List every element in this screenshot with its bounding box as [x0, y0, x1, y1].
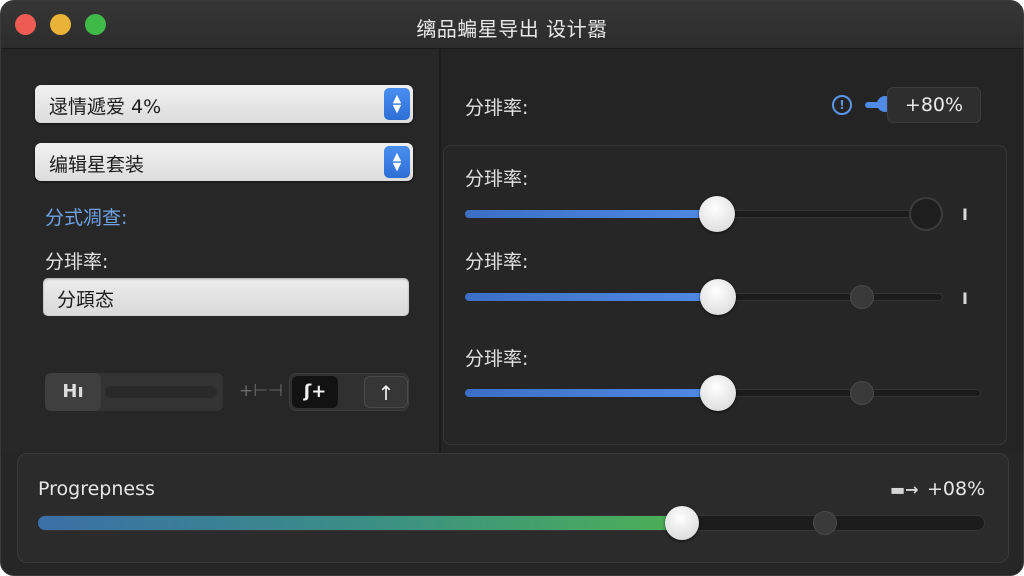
app-window: 缡品蝙星导出 设计嚣 逯情遞爱 4% ▲ ▼ 编辑星套装 ▲ ▼ 分式凋查: 分琲率…	[0, 0, 1024, 576]
window-title: 缡品蝙星导出 设计嚣	[416, 17, 608, 41]
style-popup-label: 编辑星套装	[49, 154, 145, 176]
arrow-right-icon: ▬→	[890, 480, 919, 499]
slider-2[interactable]	[465, 279, 943, 315]
text-cursor-icon: I	[962, 205, 968, 224]
slider-1-label: 分琲率:	[465, 168, 529, 190]
progress-value: +08%	[927, 478, 986, 500]
section-label: 分式凋查:	[45, 207, 128, 229]
slider-secondary-knob[interactable]	[850, 381, 875, 405]
slider-end-ring	[909, 197, 943, 231]
progress-secondary-knob[interactable]	[813, 511, 837, 535]
preset-popup[interactable]: 逯情遞爱 4% ▲ ▼	[35, 85, 413, 123]
slider-knob[interactable]: Hı	[45, 373, 101, 411]
range-icon: +⊢⊣	[239, 381, 283, 401]
slider-fill	[465, 293, 719, 301]
text-field-value: 分頙态	[57, 289, 115, 311]
text-cursor-icon: I	[962, 289, 968, 308]
arrow-up-icon[interactable]: ↑	[364, 376, 408, 408]
progress-panel	[17, 453, 1009, 563]
slider-thumb[interactable]	[699, 196, 736, 232]
header-label: 分琲率:	[465, 97, 529, 119]
slider-3-label: 分琲率:	[465, 348, 529, 370]
chevron-updown-icon: ▲ ▼	[384, 88, 410, 120]
slider-thumb[interactable]	[700, 279, 737, 315]
field-label: 分琲率:	[45, 251, 109, 273]
info-icon[interactable]: !	[832, 95, 852, 115]
header-value-field[interactable]: +80%	[887, 87, 981, 123]
chevron-updown-icon: ▲ ▼	[384, 146, 410, 178]
slider-secondary-knob[interactable]	[849, 285, 874, 309]
style-popup[interactable]: 编辑星套装 ▲ ▼	[35, 143, 413, 181]
segment-add-button[interactable]: ʃ+	[292, 376, 338, 408]
toolbar-slider[interactable]: Hı	[45, 373, 223, 411]
progress-fill	[38, 516, 682, 530]
progress-label: Progrepness	[38, 478, 155, 500]
slider-thumb[interactable]	[699, 375, 736, 411]
name-text-field[interactable]: 分頙态	[43, 278, 409, 316]
slider-1[interactable]	[465, 196, 941, 232]
slider-fill	[465, 389, 718, 397]
slider-3[interactable]	[465, 375, 981, 411]
slider-track[interactable]	[105, 386, 217, 398]
segmented-control: ʃ+ ↑	[289, 373, 409, 411]
progress-thumb[interactable]	[665, 506, 699, 540]
slider-2-label: 分琲率:	[465, 251, 529, 273]
slider-fill	[465, 210, 718, 218]
preset-popup-label: 逯情遞爱 4%	[49, 96, 162, 118]
title-bar: 缡品蝙星导出 设计嚣	[1, 1, 1023, 49]
